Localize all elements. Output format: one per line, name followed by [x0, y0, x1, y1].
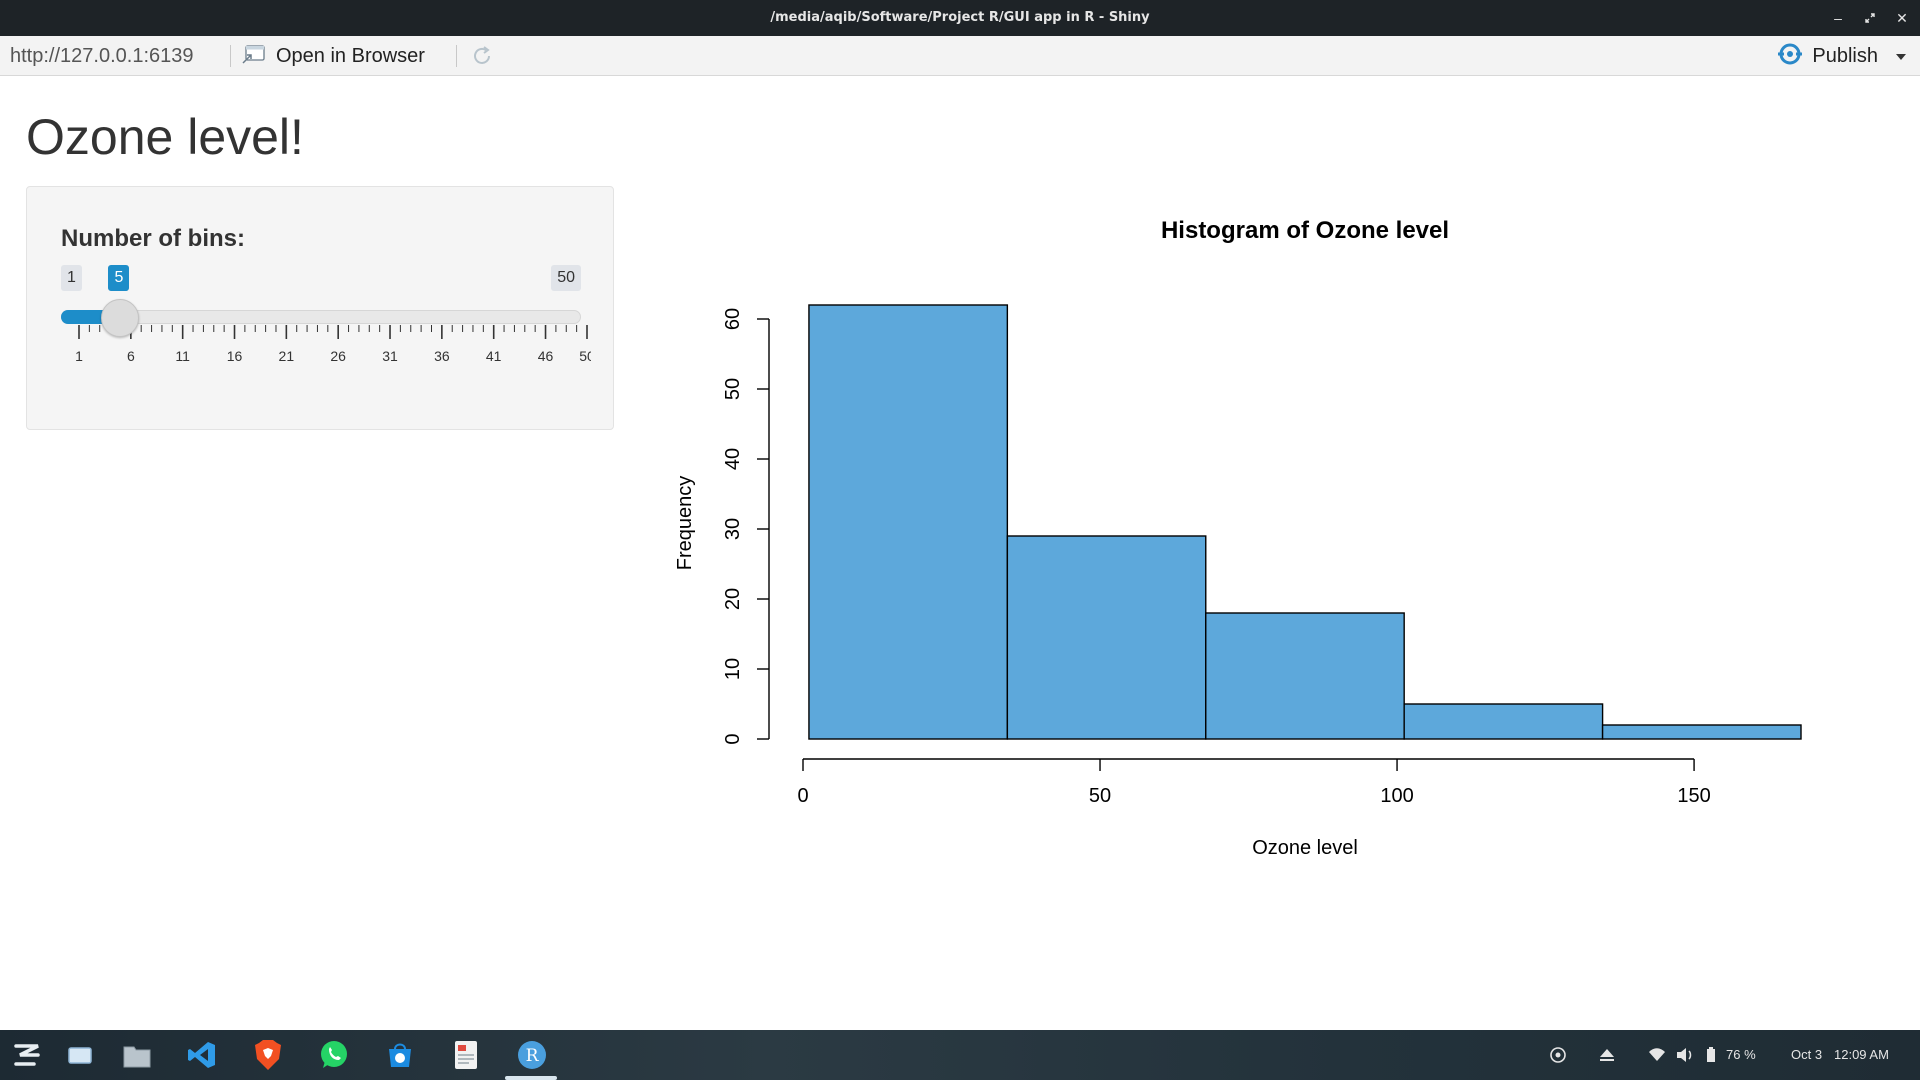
open-in-browser-button[interactable]: Open in Browser [242, 40, 425, 72]
histogram-bar [1601, 724, 1802, 740]
refresh-icon[interactable] [470, 44, 494, 68]
window-titlebar: /media/aqib/Software/Project R/GUI app i… [0, 0, 1920, 36]
slider-tick-label: 41 [486, 348, 502, 364]
x-tick-label: 100 [1380, 785, 1413, 807]
slider-ticks: 1 6 11 16 21 26 31 36 41 46 50 [75, 325, 591, 364]
histogram-bar [808, 304, 1009, 740]
x-tick-label: 150 [1677, 785, 1710, 807]
clock-date[interactable]: Oct 3 [1791, 1030, 1822, 1080]
vscode-icon[interactable] [185, 1038, 219, 1072]
url-display[interactable]: http://127.0.0.1:6139 [10, 36, 194, 76]
y-tick-label: 10 [722, 658, 744, 680]
chart-title: Histogram of Ozone level [1161, 217, 1449, 244]
files-icon[interactable] [120, 1038, 154, 1072]
toolbar-divider [230, 45, 231, 67]
y-axis: 0 10 20 30 40 50 60 [722, 308, 770, 745]
document-viewer-icon[interactable] [449, 1038, 483, 1072]
slider-tick-label: 11 [175, 348, 190, 364]
y-tick-label: 20 [722, 588, 744, 610]
wifi-icon[interactable] [1644, 1038, 1670, 1072]
clock-time[interactable]: 12:09 AM [1834, 1030, 1889, 1080]
histogram-bars [808, 304, 1802, 740]
x-tick-label: 0 [797, 785, 808, 807]
brave-icon[interactable] [251, 1038, 285, 1072]
y-axis-label: Frequency [674, 476, 696, 571]
slider-tick-label: 1 [75, 348, 83, 364]
toolbar-divider [456, 45, 457, 67]
close-icon[interactable]: ✕ [1892, 8, 1912, 28]
chevron-down-icon[interactable] [1896, 47, 1906, 65]
x-axis: 0 50 100 150 [797, 758, 1711, 807]
minimize-icon[interactable]: – [1828, 8, 1848, 28]
viewer-toolbar: http://127.0.0.1:6139 Open in Browser Pu… [0, 36, 1920, 76]
active-app-indicator [505, 1076, 557, 1080]
slider-tick-label: 50 [579, 348, 591, 364]
restore-icon[interactable] [1860, 8, 1880, 28]
volume-icon[interactable] [1672, 1038, 1698, 1072]
publish-label: Publish [1812, 44, 1878, 67]
taskbar: R 76 % Oct 3 12:09 AM [0, 1030, 1920, 1080]
slider-tick-label: 36 [434, 348, 450, 364]
bins-slider[interactable]: 1 5 50 1 6 11 16 21 26 31 36 41 46 50 [61, 265, 591, 375]
whatsapp-tray-icon[interactable] [1545, 1038, 1571, 1072]
window-icon[interactable] [63, 1038, 97, 1072]
sidebar-panel: Number of bins: 1 5 50 1 6 11 16 21 26 31 36 41 4… [26, 186, 614, 430]
window-title: /media/aqib/Software/Project R/GUI app i… [770, 10, 1150, 25]
histogram-bar [1006, 535, 1207, 740]
battery-percentage: 76 % [1726, 1047, 1756, 1062]
slider-tick-label: 6 [127, 348, 135, 364]
y-tick-label: 40 [722, 448, 744, 470]
rstudio-icon[interactable]: R [515, 1038, 549, 1072]
slider-tick-label: 21 [279, 348, 295, 364]
bins-slider-label: Number of bins: [61, 225, 245, 252]
y-tick-label: 30 [722, 518, 744, 540]
histogram-bar [1403, 703, 1604, 740]
page-title: Ozone level! [26, 109, 304, 165]
store-icon[interactable] [383, 1038, 417, 1072]
open-in-browser-label: Open in Browser [276, 44, 425, 67]
whatsapp-icon[interactable] [317, 1038, 351, 1072]
slider-tick-label: 16 [227, 348, 243, 364]
y-tick-label: 50 [722, 378, 744, 400]
zorin-menu-icon[interactable] [10, 1038, 44, 1072]
y-tick-label: 60 [722, 308, 744, 330]
slider-tick-label: 26 [330, 348, 346, 364]
histogram-bar [1205, 612, 1405, 740]
x-tick-label: 50 [1089, 785, 1111, 807]
publish-icon [1776, 40, 1804, 73]
battery-icon[interactable] [1698, 1038, 1724, 1072]
svg-text:R: R [526, 1046, 540, 1066]
y-tick-label: 0 [722, 733, 744, 744]
histogram-plot: Histogram of Ozone level Ozone level Fre… [655, 205, 1830, 875]
slider-tick-label: 31 [382, 348, 398, 364]
open-in-browser-icon [242, 43, 266, 70]
histogram-svg: Histogram of Ozone level Ozone level Fre… [674, 217, 1802, 859]
eject-icon[interactable] [1594, 1038, 1620, 1072]
publish-button[interactable]: Publish [1776, 40, 1906, 72]
slider-tick-label: 46 [538, 348, 554, 364]
x-axis-label: Ozone level [1252, 837, 1358, 859]
